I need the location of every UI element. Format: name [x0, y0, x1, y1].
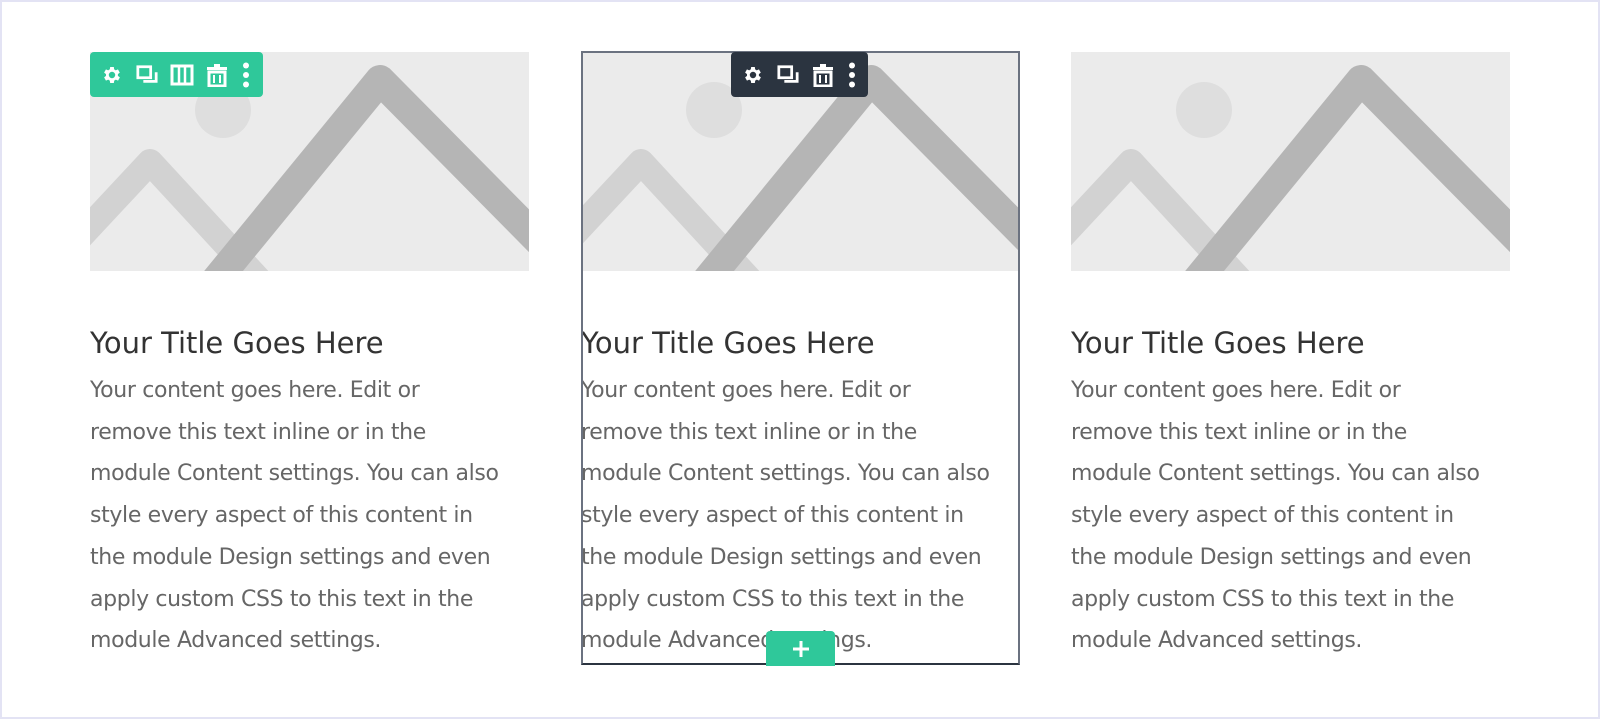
trash-icon[interactable] — [811, 63, 835, 87]
body-line: the module Design settings and even — [1071, 544, 1472, 570]
gear-icon[interactable] — [741, 63, 765, 87]
body-line: the module Design settings and even — [90, 544, 491, 570]
body-line: module Content settings. You can also — [90, 461, 499, 487]
trash-icon[interactable] — [205, 63, 229, 87]
module-1[interactable]: Your Title Goes Here Your content goes h… — [90, 52, 529, 662]
body-line: apply custom CSS to this text in the — [581, 586, 965, 612]
body-line: apply custom CSS to this text in the — [90, 586, 474, 612]
body-line: module Advanced settings. — [1071, 628, 1363, 654]
duplicate-icon[interactable] — [776, 63, 800, 87]
body-line: Your content goes here. Edit or — [581, 378, 911, 403]
module-2[interactable]: Your Title Goes Here Your content goes h… — [581, 52, 1020, 662]
body-line: style every aspect of this content in — [1071, 503, 1454, 529]
module-toolbar — [731, 52, 868, 97]
row-toolbar — [90, 52, 263, 97]
body-line: Your content goes here. Edit or — [90, 378, 420, 403]
image-placeholder — [1071, 52, 1510, 271]
body-line: apply custom CSS to this text in the — [1071, 586, 1455, 612]
body-line: module Content settings. You can also — [1071, 461, 1480, 487]
body-line: remove this text inline or in the — [90, 419, 426, 445]
body-line: remove this text inline or in the — [581, 419, 917, 445]
body-line: Your content goes here. Edit or — [1071, 378, 1401, 403]
columns-icon[interactable] — [170, 63, 194, 87]
body-line: remove this text inline or in the — [1071, 419, 1407, 445]
plus-icon — [792, 640, 809, 657]
body-line: the module Design settings and even — [581, 544, 982, 570]
more-vertical-icon[interactable] — [240, 62, 252, 87]
add-module-button[interactable] — [766, 631, 835, 666]
module-3[interactable]: Your Title Goes Here Your content goes h… — [1071, 52, 1510, 662]
module-body-text[interactable]: Your content goes here. Edit or remove t… — [90, 370, 529, 662]
more-vertical-icon[interactable] — [846, 62, 858, 87]
body-line: module Content settings. You can also — [581, 461, 990, 487]
module-title[interactable]: Your Title Goes Here — [90, 323, 529, 363]
duplicate-icon[interactable] — [135, 63, 159, 87]
module-body-text[interactable]: Your content goes here. Edit or remove t… — [1071, 370, 1510, 662]
module-title[interactable]: Your Title Goes Here — [581, 323, 1020, 363]
module-title[interactable]: Your Title Goes Here — [1071, 323, 1510, 363]
body-line: module Advanced settings. — [90, 628, 382, 654]
body-line: style every aspect of this content in — [90, 503, 473, 529]
landscape-placeholder-icon — [1071, 52, 1510, 271]
gear-icon[interactable] — [100, 63, 124, 87]
body-line: style every aspect of this content in — [581, 503, 964, 529]
module-body-text[interactable]: Your content goes here. Edit or remove t… — [581, 370, 1020, 662]
